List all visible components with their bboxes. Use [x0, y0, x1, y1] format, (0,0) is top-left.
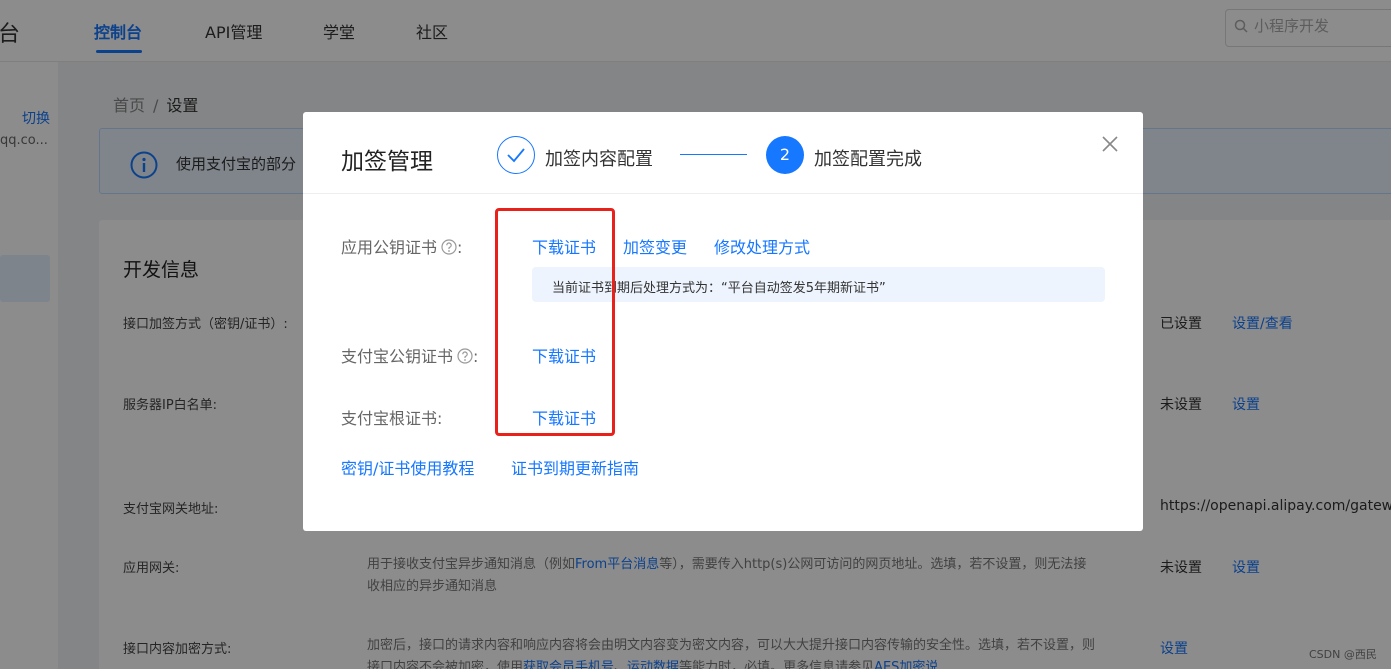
sign-management-modal: 加签管理 加签内容配置 2 加签配置完成 应用公钥证书: 下载证书 加签变更 修… [303, 112, 1143, 531]
step-2-indicator: 2 [766, 136, 804, 174]
modal-title: 加签管理 [341, 149, 433, 175]
alipay-root-cert-label: 支付宝根证书: [341, 409, 443, 428]
question-circle-icon[interactable] [441, 239, 457, 255]
alipay-public-cert-colon: : [473, 347, 479, 366]
cert-renew-guide-link[interactable]: 证书到期更新指南 [511, 455, 639, 479]
cert-expire-info: 当前证书到期后处理方式为：“平台自动签发5年期新证书” [532, 267, 1105, 302]
check-icon [507, 148, 525, 163]
app-public-cert-text: 应用公钥证书 [341, 238, 438, 257]
alipay-public-cert-text: 支付宝公钥证书 [341, 347, 454, 366]
step-connector [680, 154, 747, 155]
modify-method-button[interactable]: 修改处理方式 [714, 234, 810, 258]
app-public-cert-colon: : [457, 238, 463, 257]
app-public-cert-label: 应用公钥证书: [341, 234, 462, 258]
change-sign-button[interactable]: 加签变更 [623, 234, 687, 258]
step-1-indicator [497, 136, 535, 174]
key-cert-tutorial-link[interactable]: 密钥/证书使用教程 [341, 455, 474, 479]
step-1-label: 加签内容配置 [545, 149, 653, 170]
step-2-label: 加签配置完成 [814, 149, 922, 170]
question-circle-icon[interactable] [457, 348, 473, 364]
alipay-public-cert-label: 支付宝公钥证书: [341, 343, 478, 367]
modal-header: 加签管理 加签内容配置 2 加签配置完成 [303, 112, 1143, 194]
close-icon[interactable] [1100, 134, 1120, 154]
highlight-annotation-box [495, 208, 615, 436]
